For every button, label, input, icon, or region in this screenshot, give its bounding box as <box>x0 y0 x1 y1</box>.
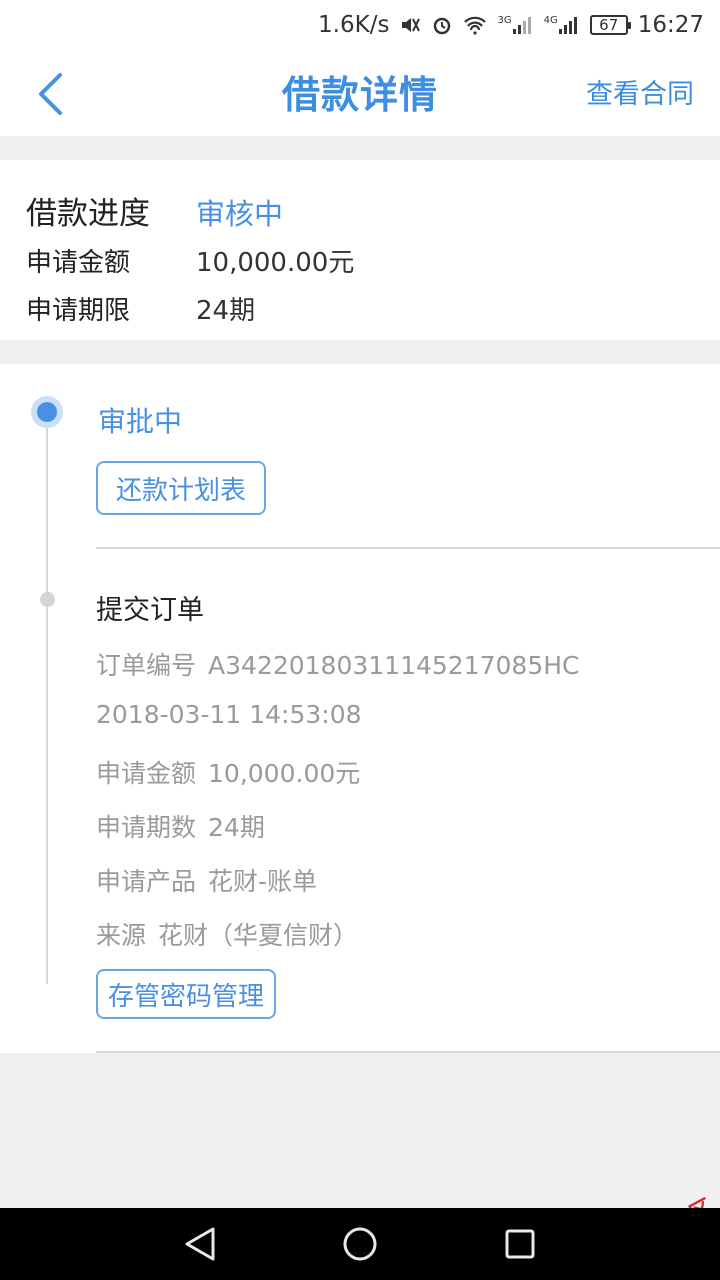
order-source-value: 花财（华夏信财） <box>158 921 359 950</box>
status-bar: 1.6K/s 3G 4G 67 16:27 <box>0 0 720 50</box>
order-amount: 申请金额 10,000.00元 <box>96 754 360 790</box>
divider <box>96 547 720 549</box>
order-periods-value: 24期 <box>208 813 265 842</box>
order-product: 申请产品 花财-账单 <box>96 862 317 898</box>
timeline-dot-active <box>31 396 63 428</box>
order-product-value: 花财-账单 <box>208 867 318 896</box>
order-amount-value: 10,000.00元 <box>208 759 361 788</box>
system-nav-bar <box>0 1208 720 1280</box>
progress-timeline: 审批中 还款计划表 提交订单 订单编号 A34220180311145217085… <box>0 364 720 1053</box>
network-speed: 1.6K/s <box>318 12 390 38</box>
step-approval-title: 审批中 <box>98 405 183 438</box>
nav-home-button[interactable] <box>340 1224 380 1264</box>
app-header: 借款详情 查看合同 <box>0 50 720 136</box>
circle-home-icon <box>343 1227 377 1261</box>
timeline-dot <box>40 592 55 607</box>
divider <box>96 1051 720 1053</box>
mute-icon <box>399 14 421 36</box>
nav-back-button[interactable] <box>180 1224 220 1264</box>
loan-summary: 借款进度 审核中 申请金额 10,000.00元 申请期限 24期 <box>0 160 720 340</box>
signal-4g-icon: 4G <box>544 15 580 35</box>
term-value: 24期 <box>196 296 256 326</box>
term-label: 申请期限 <box>26 296 131 326</box>
order-datetime: 2018-03-11 14:53:08 <box>96 700 362 729</box>
timeline-line <box>46 412 48 984</box>
amount-row: 申请金额 10,000.00元 <box>26 242 354 279</box>
order-periods: 申请期数 24期 <box>96 808 265 844</box>
term-row: 申请期限 24期 <box>26 290 255 327</box>
custody-password-button[interactable]: 存管密码管理 <box>96 969 277 1019</box>
order-number: 订单编号 A34220180311145217085HC <box>96 646 580 682</box>
step-submit-title: 提交订单 <box>96 595 204 626</box>
order-amount-label: 申请金额 <box>96 759 197 788</box>
clock: 16:27 <box>637 12 704 38</box>
alarm-icon <box>431 14 453 36</box>
signal-3g-icon: 3G <box>497 15 533 35</box>
repayment-plan-button[interactable]: 还款计划表 <box>96 461 267 515</box>
order-number-value: A34220180311145217085HC <box>208 651 580 680</box>
view-contract-link[interactable]: 查看合同 <box>586 72 694 111</box>
order-source-label: 来源 <box>96 921 147 950</box>
amount-value: 10,000.00元 <box>196 248 355 278</box>
order-periods-label: 申请期数 <box>96 813 197 842</box>
square-recents-icon <box>505 1229 535 1259</box>
progress-label: 借款进度 <box>26 196 150 232</box>
order-number-label: 订单编号 <box>96 651 197 680</box>
wifi-icon <box>463 15 487 35</box>
progress-value: 审核中 <box>196 197 284 231</box>
nav-recents-button[interactable] <box>500 1224 540 1264</box>
amount-label: 申请金额 <box>26 248 131 278</box>
progress-row: 借款进度 审核中 <box>26 188 283 233</box>
order-product-label: 申请产品 <box>96 867 197 896</box>
battery-icon: 67 <box>589 15 631 35</box>
order-source: 来源 花财（华夏信财） <box>96 916 358 952</box>
triangle-back-icon <box>185 1227 215 1261</box>
network-type-1: 3G <box>497 15 512 26</box>
network-type-2: 4G <box>543 15 558 26</box>
